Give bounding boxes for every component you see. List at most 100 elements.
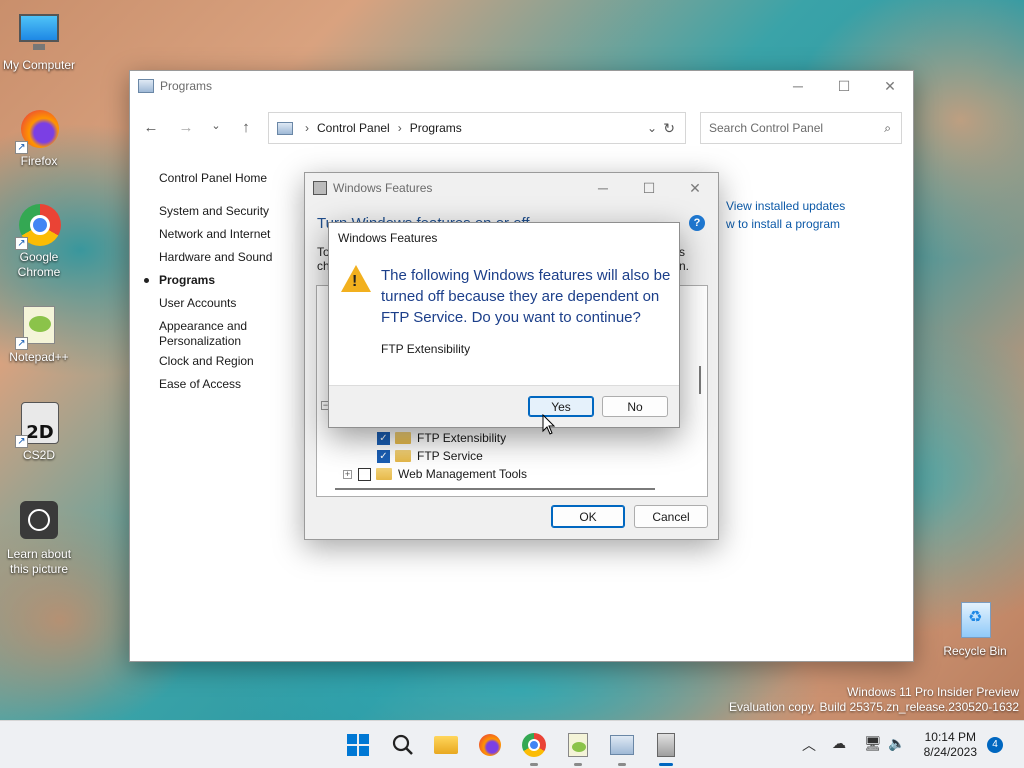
tree-item-label: FTP Extensibility [417, 431, 507, 445]
desktop-icon-firefox[interactable]: ↗ Firefox [1, 108, 77, 169]
checkbox[interactable]: ✓ [377, 449, 390, 463]
control-panel-icon [610, 735, 634, 755]
taskbar-search-button[interactable] [389, 731, 417, 759]
help-icon[interactable]: ? [689, 215, 705, 231]
folder-icon [395, 432, 411, 444]
clock-time: 10:14 PM [924, 730, 976, 744]
taskbar-file-explorer[interactable] [432, 731, 460, 759]
start-button[interactable] [344, 731, 372, 759]
checkbox[interactable] [358, 467, 371, 481]
control-panel-icon [138, 79, 154, 93]
chevron-down-icon[interactable]: ⌄ [206, 119, 226, 137]
window-title: Programs [160, 79, 213, 93]
taskbar-windows-features[interactable] [652, 731, 680, 766]
taskbar: ︿ ☁ 🖥 🔈 10:14 PM 8/24/2023 4 [0, 720, 1024, 768]
tree-item-ftp-extensibility[interactable]: ✓ FTP Extensibility [377, 429, 506, 447]
breadcrumb-control-panel[interactable]: Control Panel [317, 121, 390, 135]
horizontal-scrollbar[interactable] [335, 488, 655, 490]
warning-icon-mark: ! [352, 273, 358, 290]
maximize-button[interactable]: ☐ [626, 173, 672, 203]
dependent-feature: FTP Extensibility [381, 342, 471, 356]
dialog-titlebar: Windows Features ─ ☐ ✕ [305, 173, 718, 203]
desktop-icon-label: Recycle Bin [943, 644, 1007, 658]
desktop-icon-label: Google Chrome [17, 250, 61, 279]
no-button[interactable]: No [602, 396, 668, 417]
programs-links: View installed updates w to install a pr… [726, 197, 845, 233]
desktop-icon-label: Learn about this picture [6, 547, 72, 576]
tree-item-web-management-tools[interactable]: + Web Management Tools [343, 465, 527, 483]
maximize-button[interactable]: ☐ [821, 71, 867, 101]
sidebar-item-programs[interactable]: Programs [144, 273, 299, 288]
folder-icon [376, 468, 392, 480]
back-arrow-icon[interactable]: ← [141, 119, 161, 137]
refresh-icon[interactable]: ↻ [663, 120, 675, 137]
sidebar-item-user-accounts[interactable]: User Accounts [159, 296, 299, 311]
shortcut-arrow-icon: ↗ [15, 435, 28, 448]
confirm-footer: Yes No [329, 385, 679, 427]
sidebar-item-control-panel-home[interactable]: Control Panel Home [159, 171, 299, 186]
search-icon: ⌕ [884, 120, 891, 135]
firefox-icon: ↗ [15, 108, 61, 154]
desktop-icon-my-computer[interactable]: My Computer [1, 12, 77, 73]
desktop-icon-recycle-bin[interactable]: ♻ Recycle Bin [937, 598, 1013, 659]
chevron-down-icon[interactable]: ⌄ [647, 121, 657, 135]
mouse-cursor-icon [542, 414, 556, 435]
tree-item-label: Web Management Tools [398, 467, 527, 481]
checkbox[interactable]: ✓ [377, 431, 390, 445]
volume-icon[interactable]: 🔈 [888, 735, 905, 752]
sidebar-item-ease-of-access[interactable]: Ease of Access [159, 377, 299, 392]
link-install-program[interactable]: w to install a program [726, 215, 845, 233]
sidebar-item-appearance[interactable]: Appearance and Personalization [159, 319, 259, 349]
breadcrumb-programs[interactable]: Programs [410, 121, 462, 135]
breadcrumb-separator-icon: › [397, 121, 402, 135]
expand-icon[interactable]: + [343, 469, 352, 479]
search-input[interactable]: Search Control Panel ⌕ [700, 112, 902, 144]
minimize-button[interactable]: ─ [775, 71, 821, 101]
evaluation-watermark: Windows 11 Pro Insider Preview Evaluatio… [729, 685, 1019, 715]
desktop-icon-cs2d[interactable]: 2D ↗ CS2D [1, 402, 77, 463]
chrome-icon [522, 733, 546, 757]
confirm-message: The following Windows features will also… [381, 267, 671, 326]
desktop-icon-chrome[interactable]: ↗ Google Chrome [1, 204, 77, 280]
chevron-up-icon[interactable]: ︿ [802, 735, 816, 755]
camera-icon [17, 501, 61, 545]
taskbar-notepadpp[interactable] [564, 731, 592, 766]
minimize-button[interactable]: ─ [580, 173, 626, 203]
system-clock[interactable]: 10:14 PM 8/24/2023 [924, 730, 977, 760]
ok-button[interactable]: OK [551, 505, 625, 528]
tree-item-ftp-service[interactable]: ✓ FTP Service [377, 447, 483, 465]
close-button[interactable]: ✕ [672, 173, 718, 203]
running-indicator [530, 763, 538, 766]
sidebar-item-hardware[interactable]: Hardware and Sound [159, 250, 299, 265]
tree-item-label: FTP Service [417, 449, 483, 463]
sidebar-item-clock-region[interactable]: Clock and Region [159, 354, 299, 369]
taskbar-control-panel[interactable] [608, 731, 636, 766]
active-indicator [659, 763, 673, 766]
vertical-scrollbar[interactable] [699, 366, 701, 394]
desktop-icon-label: Firefox [20, 154, 58, 168]
forward-arrow-icon[interactable]: → [176, 119, 196, 137]
up-arrow-icon[interactable]: ↑ [236, 119, 256, 137]
cloud-offline-icon[interactable]: ☁ [832, 735, 846, 752]
desktop-icon-learn-picture[interactable]: Learn about this picture [1, 501, 77, 577]
sidebar-item-system-security[interactable]: System and Security [159, 204, 299, 219]
shortcut-arrow-icon: ↗ [15, 141, 28, 154]
desc-line2-end: n. [679, 259, 690, 273]
taskbar-firefox[interactable] [476, 731, 504, 759]
notepadpp-icon [568, 733, 588, 757]
cancel-button[interactable]: Cancel [634, 505, 708, 528]
watermark-line1: Windows 11 Pro Insider Preview [847, 685, 1019, 699]
desktop-icon-label: CS2D [22, 448, 55, 462]
sidebar-item-network[interactable]: Network and Internet [159, 227, 299, 242]
network-icon[interactable]: 🖥 [864, 735, 882, 752]
search-icon [392, 734, 413, 755]
close-button[interactable]: ✕ [867, 71, 913, 101]
search-placeholder: Search Control Panel [709, 121, 824, 135]
desktop-icon-notepadpp[interactable]: ↗ Notepad++ [1, 304, 77, 365]
yes-button[interactable]: Yes [528, 396, 594, 417]
taskbar-chrome[interactable] [520, 731, 548, 766]
control-panel-icon [277, 121, 293, 135]
address-bar[interactable]: › Control Panel › Programs ⌄ ↻ [268, 112, 686, 144]
link-view-installed-updates[interactable]: View installed updates [726, 197, 845, 215]
notification-badge[interactable]: 4 [987, 737, 1003, 753]
